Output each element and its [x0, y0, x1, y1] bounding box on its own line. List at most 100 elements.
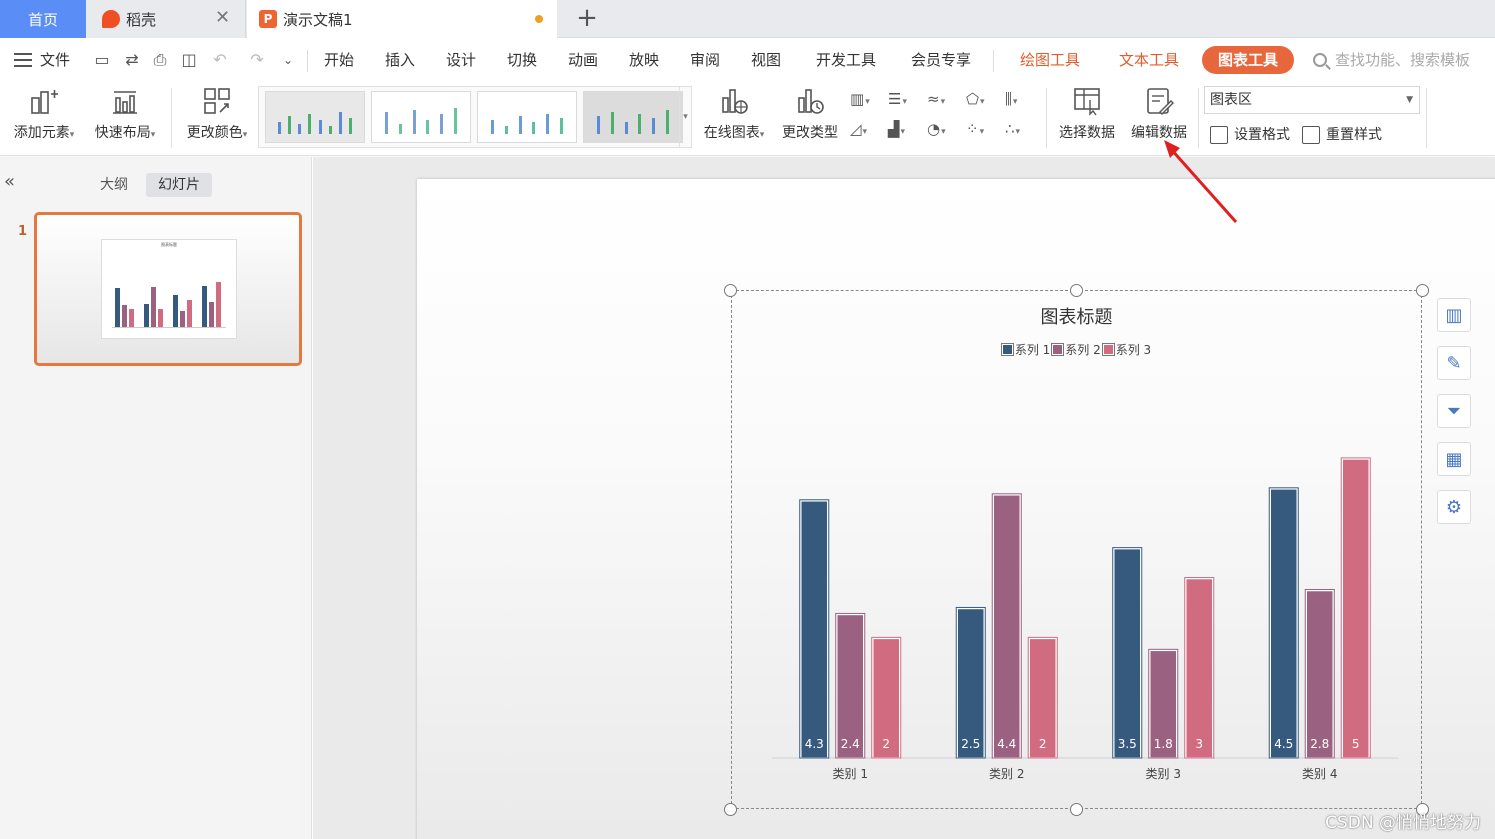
menu-design[interactable]: 设计	[446, 38, 476, 82]
chart-bar[interactable]	[1185, 577, 1214, 759]
menu-insert[interactable]: 插入	[385, 38, 415, 82]
customize-chevron-icon[interactable]: ⌄	[278, 50, 298, 70]
menu-slideshow[interactable]: 放映	[629, 38, 659, 82]
change-type-icon	[795, 86, 825, 116]
export-icon[interactable]: ⇄	[122, 50, 142, 70]
menu-review[interactable]: 审阅	[690, 38, 720, 82]
unsaved-dot-icon	[535, 15, 543, 23]
category-label: 类别 1	[833, 767, 868, 781]
tab-slides[interactable]: 幻灯片	[146, 173, 212, 197]
chart-element-select[interactable]: 图表区 ▼	[1204, 86, 1420, 114]
scatter-chart-icon[interactable]: ⁘▾	[966, 120, 996, 142]
menu-animation[interactable]: 动画	[568, 38, 598, 82]
change-type-label: 更改类型	[782, 125, 838, 141]
pie-chart-icon[interactable]: ◔▾	[927, 120, 957, 142]
gallery-more-icon[interactable]: ▾	[679, 87, 691, 147]
change-color-button[interactable]: 更改颜色▾	[180, 86, 254, 142]
chart-style-gallery: ▾	[258, 86, 692, 148]
menu-text-tools[interactable]: 文本工具	[1119, 38, 1179, 82]
chart-bar[interactable]	[1269, 488, 1298, 759]
close-icon[interactable]: ✕	[215, 9, 231, 27]
chart-bar[interactable]	[1341, 458, 1370, 759]
select-data-button[interactable]: 选择数据	[1054, 86, 1120, 142]
change-type-button[interactable]: 更改类型	[778, 86, 842, 142]
reset-style-button[interactable]: 重置样式	[1302, 124, 1382, 146]
resize-handle[interactable]	[724, 803, 737, 816]
combo-chart-icon[interactable]: ▟▾	[888, 120, 918, 142]
tab-home-label: 首页	[27, 10, 58, 29]
tab-document[interactable]: P 演示文稿1	[247, 0, 557, 38]
chart-bar[interactable]	[1113, 547, 1142, 759]
bubble-chart-icon[interactable]: ∴▾	[1005, 120, 1035, 142]
daoke-logo-icon	[102, 10, 120, 28]
new-tab-plus-icon[interactable]: +	[572, 4, 602, 34]
chart-style-3[interactable]	[477, 91, 577, 143]
settings-gear-icon[interactable]: ⚙	[1437, 490, 1471, 524]
select-data-icon	[1072, 86, 1102, 116]
search-function[interactable]: 查找功能、搜索模板	[1313, 38, 1470, 82]
thumbnail-bar	[173, 295, 178, 327]
data-label: 2.4	[841, 737, 860, 751]
save-icon[interactable]: ▭	[92, 50, 112, 70]
menu-view[interactable]: 视图	[751, 38, 781, 82]
menu-member[interactable]: 会员专享	[911, 38, 971, 82]
tab-home[interactable]: 首页	[0, 0, 86, 38]
chart-filter-icon[interactable]: ⏷	[1437, 394, 1471, 428]
thumbnail-bar	[115, 287, 120, 327]
print-preview-icon[interactable]: ◫	[179, 50, 199, 70]
resize-handle[interactable]	[1416, 284, 1429, 297]
collapse-panel-icon[interactable]: «	[4, 171, 15, 192]
search-icon	[1313, 53, 1327, 67]
undo-icon[interactable]: ↶	[210, 50, 230, 70]
resize-handle[interactable]	[1070, 803, 1083, 816]
chart-elements-icon[interactable]: ▥	[1437, 298, 1471, 332]
quick-layout-button[interactable]: 快速布局▾	[88, 86, 162, 142]
slide-thumbnail[interactable]: 图表标题	[34, 212, 302, 366]
chart-bar[interactable]	[800, 500, 829, 759]
tab-daoke[interactable]: 稻壳 ✕	[86, 0, 246, 38]
menu-drawing-tools[interactable]: 绘图工具	[1020, 38, 1080, 82]
presentation-logo-icon: P	[259, 10, 277, 28]
stock-chart-icon[interactable]: ⫼▾	[1005, 90, 1035, 112]
chart-style-2[interactable]	[371, 91, 471, 143]
print-icon[interactable]: ⎙	[150, 50, 170, 70]
thumbnail-chart	[112, 266, 226, 328]
add-element-icon	[29, 86, 59, 116]
menu-transition[interactable]: 切换	[507, 38, 537, 82]
redo-icon[interactable]: ↷	[247, 50, 267, 70]
chart-object[interactable]: 图表标题 系列 1 系列 2 系列 3 4.3 2.4 2 类别 1 2.5 4.4 2 类别…	[731, 290, 1422, 809]
thumbnail-bar	[180, 310, 185, 327]
menu-chart-tools[interactable]: 图表工具	[1202, 46, 1294, 74]
chart-style-4[interactable]	[583, 91, 683, 143]
data-label: 3.5	[1118, 737, 1137, 751]
online-chart-icon	[719, 86, 749, 116]
data-label: 3	[1195, 737, 1203, 751]
online-chart-button[interactable]: 在线图表▾	[698, 86, 770, 142]
chart-bar[interactable]	[956, 607, 985, 759]
data-label: 4.4	[997, 737, 1016, 751]
area-chart-icon[interactable]: ◿▾	[850, 120, 880, 142]
tab-outline[interactable]: 大纲	[88, 173, 140, 197]
data-label: 2.5	[961, 737, 980, 751]
online-chart-icon[interactable]: ▦	[1437, 442, 1471, 476]
category-label: 类别 3	[1146, 767, 1181, 781]
resize-handle[interactable]	[1070, 284, 1083, 297]
menu-start[interactable]: 开始	[324, 38, 354, 82]
chart-bar[interactable]	[1305, 589, 1334, 759]
menu-developer[interactable]: 开发工具	[816, 38, 876, 82]
radar-chart-icon[interactable]: ⬠▾	[966, 90, 996, 112]
change-color-icon	[202, 86, 232, 116]
chart-style-1[interactable]	[265, 91, 365, 143]
bar-chart-icon[interactable]: ☰▾	[888, 90, 918, 112]
chart-plot-area[interactable]: 4.3 2.4 2 类别 1 2.5 4.4 2 类别 2 3.5 1.8 3 类别 3 4.5 2.8 5…	[732, 291, 1423, 810]
line-chart-icon[interactable]: ≈▾	[927, 90, 957, 112]
chart-bar[interactable]	[992, 494, 1021, 759]
column-chart-icon[interactable]: ▥▾	[850, 90, 880, 112]
chart-style-brush-icon[interactable]: ✎	[1437, 346, 1471, 380]
tab-document-label: 演示文稿1	[283, 10, 353, 29]
file-menu[interactable]: 文件	[14, 38, 70, 82]
add-element-button[interactable]: 添加元素▾	[8, 86, 80, 142]
select-data-label: 选择数据	[1059, 125, 1115, 141]
resize-handle[interactable]	[724, 284, 737, 297]
reset-style-icon	[1302, 126, 1320, 144]
